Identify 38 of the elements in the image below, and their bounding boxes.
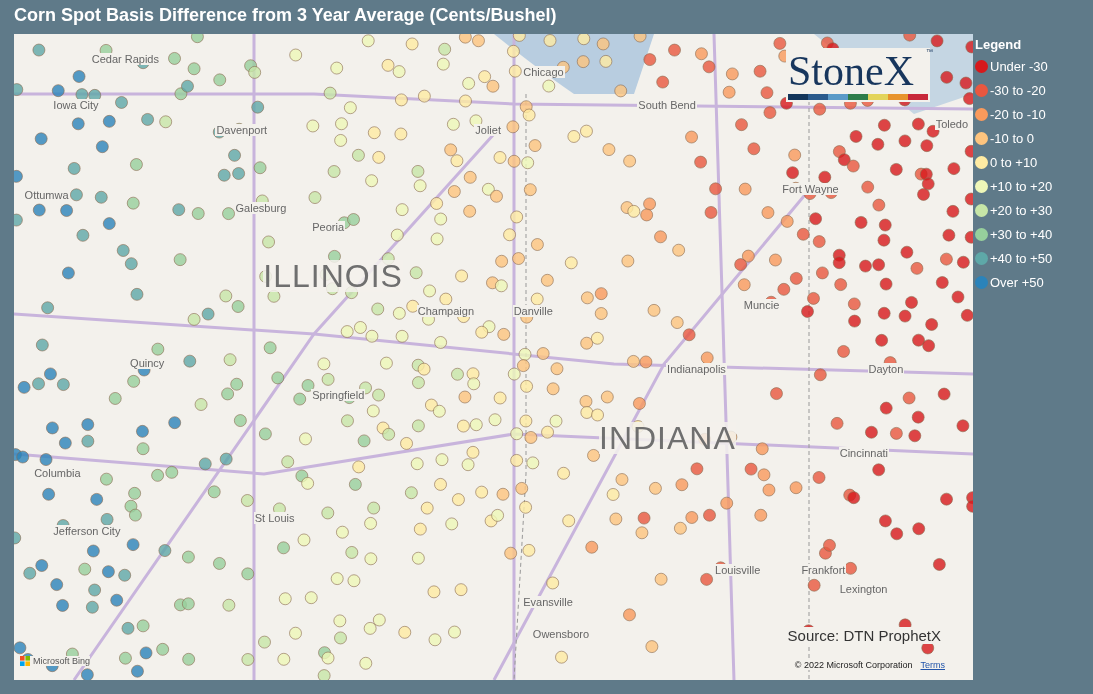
city-label: Champaign — [416, 305, 476, 318]
legend-label: 0 to +10 — [990, 155, 1038, 170]
legend-label: -20 to -10 — [990, 107, 1046, 122]
legend-label: -10 to 0 — [990, 131, 1035, 146]
attribution-text: Microsoft Bing — [33, 656, 91, 666]
city-label: Dayton — [867, 363, 905, 376]
logo-wordmark: StoneX — [788, 50, 915, 92]
copyright-text: © 2022 Microsoft Corporation — [794, 660, 913, 670]
city-label: Quincy — [129, 357, 166, 369]
state-label: ILLINOIS — [263, 260, 403, 293]
city-label: Cincinnati — [838, 447, 890, 460]
city-label: Peoria — [311, 221, 346, 234]
legend-label: Under -30 — [990, 59, 1048, 74]
city-label: Chicago — [522, 66, 565, 79]
city-label: Danville — [512, 305, 554, 318]
city-label: Lexington — [838, 583, 889, 596]
city-label: Springfield — [311, 389, 366, 402]
legend-label: Over +50 — [990, 275, 1044, 290]
legend-label: +10 to +20 — [990, 179, 1053, 194]
city-label: Evansville — [522, 596, 574, 608]
legend-label: -30 to -20 — [990, 83, 1046, 98]
chart-title: Corn Spot Basis Difference from 3 Year Average (Cents/Bushel) — [13, 4, 558, 27]
city-label: St Louis — [253, 512, 296, 525]
legend-label: +40 to +50 — [990, 251, 1053, 266]
source-note: Source: DTN ProphetX — [787, 627, 941, 644]
city-label: Cedar Rapids — [90, 53, 160, 66]
legend-label: +20 to +30 — [990, 203, 1053, 218]
city-label: Joliet — [474, 124, 502, 137]
legend-label: +30 to +40 — [990, 227, 1053, 242]
city-label: Owensboro — [531, 628, 591, 641]
legend-title: Legend — [975, 37, 1023, 52]
color-stripe-icon — [788, 94, 928, 100]
city-label: Ottumwa — [23, 189, 70, 202]
city-label: Indianapolis — [666, 363, 727, 376]
state-label: INDIANA — [599, 421, 736, 454]
city-label: Davenport — [215, 124, 269, 137]
four-squares-icon — [20, 656, 30, 666]
terms-link[interactable]: Terms — [920, 660, 945, 670]
